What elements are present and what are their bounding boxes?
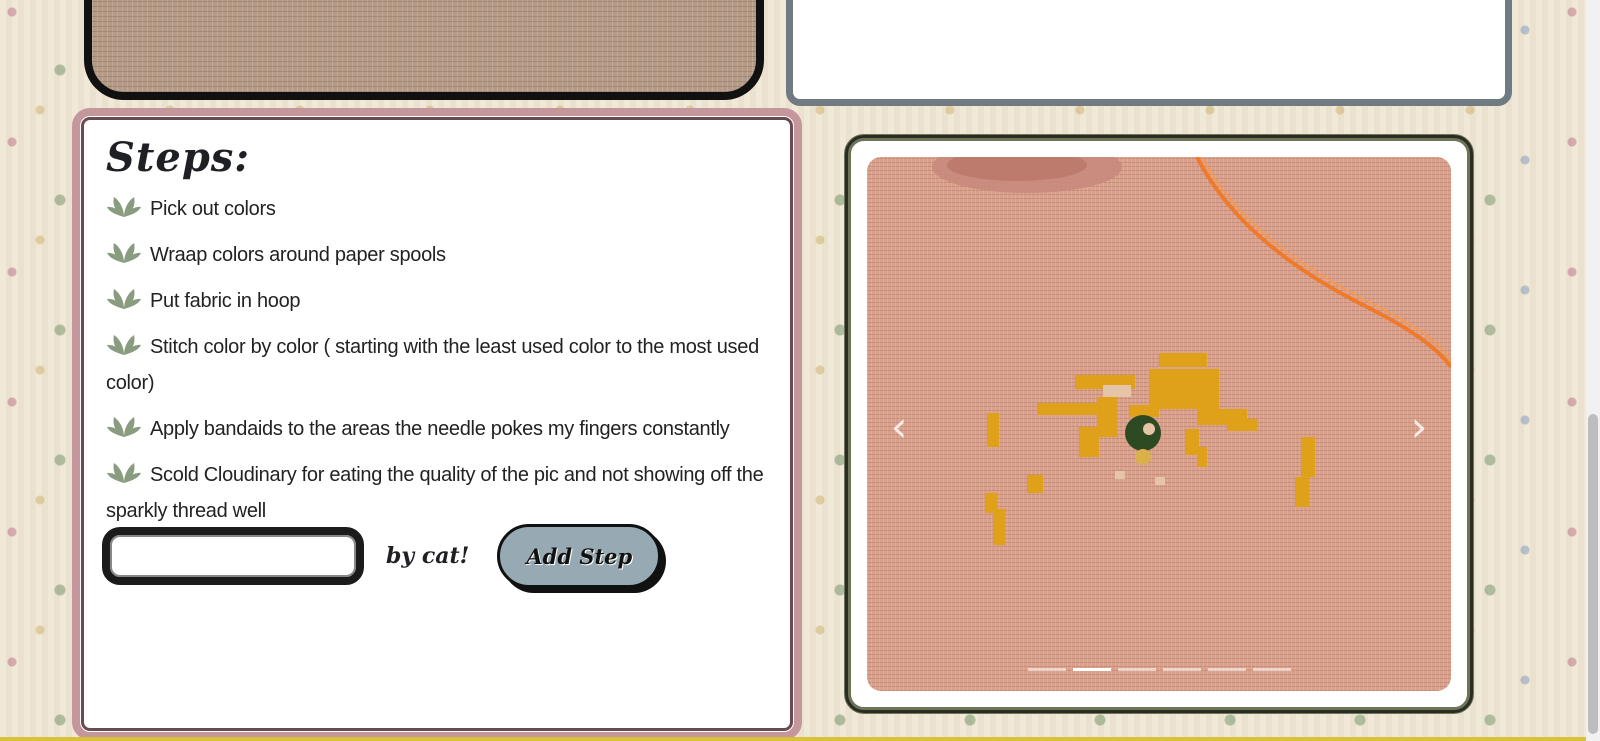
leaf-icon (107, 463, 141, 483)
list-item: Put fabric in hoop (106, 283, 772, 319)
leaf-icon (107, 289, 141, 309)
bottom-strip (0, 737, 1586, 741)
step-text: Scold Cloudinary for eating the quality … (106, 464, 764, 522)
steps-list: Pick out colors Wraap colors around pape… (102, 191, 772, 529)
carousel-indicators (867, 668, 1451, 671)
step-text: Wraap colors around paper spools (150, 244, 446, 266)
carousel-indicator[interactable] (1252, 668, 1291, 671)
step-text: Stitch color by color ( starting with th… (106, 336, 759, 394)
add-step-button[interactable]: Add Step (497, 524, 662, 588)
fabric-image-card (84, 0, 764, 100)
leaf-icon (107, 197, 141, 217)
add-step-row: by cat! Add Step (102, 524, 662, 588)
list-item: Scold Cloudinary for eating the quality … (106, 457, 772, 529)
leaf-icon (107, 335, 141, 355)
carousel-indicator[interactable] (1027, 668, 1066, 671)
by-cat-label: by cat! (386, 543, 470, 569)
carousel-slide-image: ‹ › (867, 157, 1451, 691)
step-text: Put fabric in hoop (150, 290, 301, 312)
carousel-indicator-active[interactable] (1072, 668, 1111, 671)
list-item: Apply bandaids to the areas the needle p… (106, 411, 772, 447)
carousel-indicator[interactable] (1117, 668, 1156, 671)
carousel-indicator[interactable] (1207, 668, 1246, 671)
leaf-icon (107, 243, 141, 263)
step-input[interactable] (102, 527, 364, 585)
chevron-left-icon[interactable]: ‹ (879, 397, 919, 457)
scrollbar-thumb[interactable] (1588, 414, 1598, 734)
carousel-indicator[interactable] (1162, 668, 1201, 671)
chevron-right-icon[interactable]: › (1399, 397, 1439, 457)
top-right-card (786, 0, 1512, 106)
list-item: Wraap colors around paper spools (106, 237, 772, 273)
cross-stitch-flower-image (932, 157, 1451, 545)
scrollbar[interactable] (1586, 0, 1600, 741)
steps-card: Steps: Pick out colors Wraap colors arou… (72, 108, 802, 740)
step-text: Apply bandaids to the areas the needle p… (150, 418, 730, 440)
leaf-icon (107, 417, 141, 437)
list-item: Pick out colors (106, 191, 772, 227)
steps-title: Steps: (106, 134, 251, 181)
carousel-card: ‹ › (844, 134, 1474, 714)
step-text: Pick out colors (150, 198, 276, 220)
list-item: Stitch color by color ( starting with th… (106, 329, 772, 401)
